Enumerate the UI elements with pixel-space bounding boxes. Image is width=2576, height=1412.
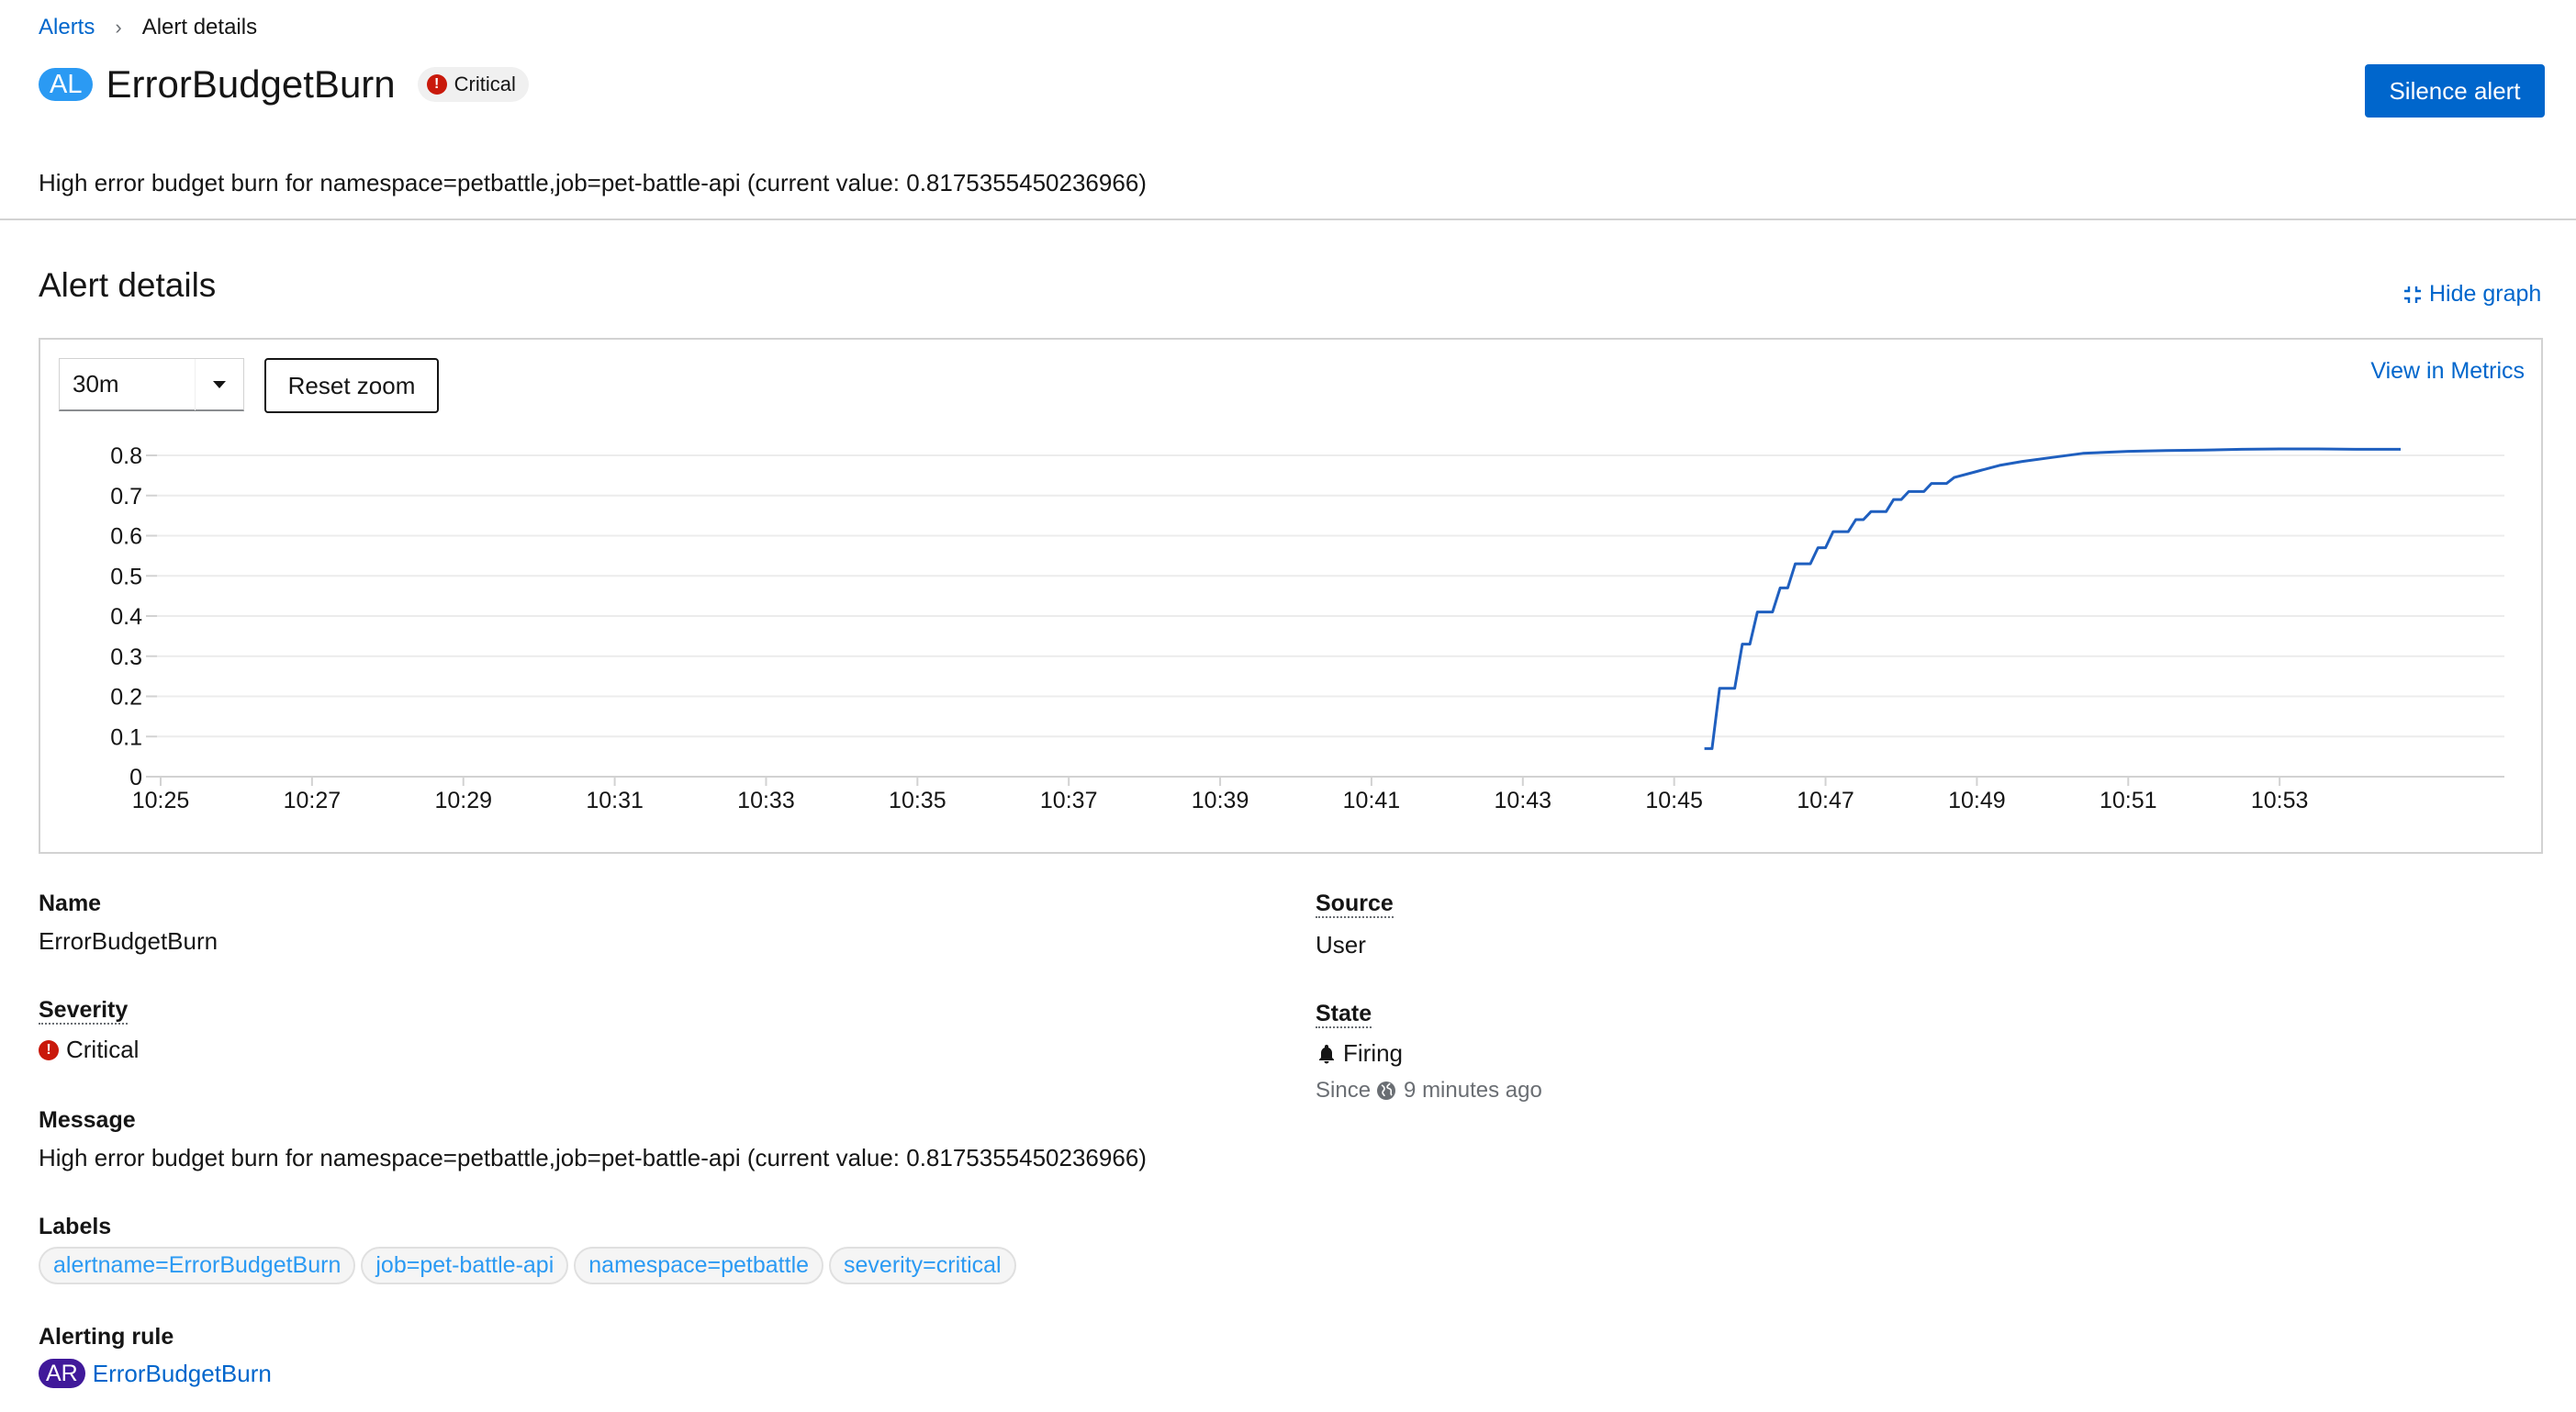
label-chip[interactable]: alertname=ErrorBudgetBurn	[39, 1247, 356, 1284]
x-tick-label: 10:47	[1797, 788, 1854, 813]
breadcrumb: Alerts › Alert details	[39, 15, 257, 40]
name-value: ErrorBudgetBurn	[39, 927, 218, 955]
name-label: Name	[39, 891, 102, 916]
breadcrumb-alerts-link[interactable]: Alerts	[39, 15, 95, 40]
alerting-rule-badge: AR	[39, 1359, 85, 1388]
alert-description: High error budget burn for namespace=pet…	[39, 169, 1147, 196]
y-tick-label: 0.1	[110, 724, 142, 750]
x-tick-label: 10:43	[1495, 788, 1552, 813]
chevron-right-icon: ›	[115, 16, 122, 39]
hide-graph-link[interactable]: Hide graph	[2403, 281, 2541, 308]
metrics-chart[interactable]: 0 0.1 0.2 0.3 0.4 0.5 0.6 0.7 0.8 10:25 10:27 10:29…	[40, 340, 2541, 852]
y-tick-label: 0.6	[110, 524, 142, 550]
state-label[interactable]: State	[1316, 1001, 1372, 1028]
section-title: Alert details	[39, 266, 217, 304]
y-tick-label: 0.7	[110, 484, 142, 510]
y-tick-label: 0.3	[110, 644, 142, 670]
y-tick-label: 0.4	[110, 604, 142, 630]
silence-alert-button[interactable]: Silence alert	[2365, 64, 2545, 118]
title-row: AL ErrorBudgetBurn ! Critical	[39, 62, 529, 106]
x-tick-label: 10:31	[586, 788, 644, 813]
alerting-rule-value: AR ErrorBudgetBurn	[39, 1359, 272, 1388]
x-tick-label: 10:45	[1645, 788, 1703, 813]
x-tick-label: 10:39	[1192, 788, 1249, 813]
severity-badge: ! Critical	[417, 67, 529, 102]
y-tick-label: 0.5	[110, 564, 142, 589]
alerting-rule-link[interactable]: ErrorBudgetBurn	[93, 1360, 272, 1388]
y-tick-label: 0	[129, 765, 142, 790]
x-tick-label: 10:29	[434, 788, 492, 813]
compress-icon	[2404, 286, 2421, 303]
state-value-text: Firing	[1343, 1039, 1404, 1067]
alert-details-page: Alerts › Alert details AL ErrorBudgetBur…	[0, 0, 2576, 1412]
x-tick-label: 10:41	[1343, 788, 1401, 813]
label-chip[interactable]: severity=critical	[829, 1247, 1016, 1284]
x-tick-label: 10:53	[2251, 788, 2309, 813]
labels-list: alertname=ErrorBudgetBurn job=pet-battle…	[39, 1247, 1022, 1284]
alerting-rule-label: Alerting rule	[39, 1324, 174, 1350]
alert-resource-badge: AL	[39, 68, 94, 101]
x-tick-label: 10:33	[737, 788, 795, 813]
state-value: Firing	[1316, 1039, 1403, 1068]
page-title: ErrorBudgetBurn	[106, 62, 396, 106]
globe-icon	[1377, 1081, 1396, 1100]
x-tick-label: 10:51	[2100, 788, 2157, 813]
x-tick-label: 10:37	[1040, 788, 1098, 813]
x-tick-label: 10:25	[132, 788, 190, 813]
breadcrumb-current: Alert details	[141, 15, 258, 39]
label-chip[interactable]: namespace=petbattle	[574, 1247, 824, 1284]
bell-icon	[1319, 1044, 1334, 1063]
severity-label-wrap: Severity	[39, 997, 129, 1025]
graph-card: 30m Reset zoom View in Metrics 0 0.1 0.2 0.…	[39, 338, 2543, 854]
since-value: 9 minutes ago	[1404, 1078, 1542, 1103]
label-chip[interactable]: job=pet-battle-api	[361, 1247, 569, 1284]
series-line	[1704, 447, 2401, 750]
hide-graph-label: Hide graph	[2429, 281, 2542, 307]
state-since: Since 9 minutes ago	[1316, 1078, 1542, 1104]
x-tick-label: 10:35	[889, 788, 946, 813]
exclamation-circle-icon: !	[426, 74, 447, 95]
source-label[interactable]: Source	[1316, 891, 1394, 918]
source-label-wrap: Source	[1316, 891, 1394, 918]
y-tick-label: 0.2	[110, 685, 142, 711]
x-tick-label: 10:27	[284, 788, 342, 813]
severity-value-text: Critical	[66, 1036, 140, 1063]
severity-value: ! Critical	[39, 1036, 139, 1064]
x-tick-label: 10:49	[1948, 788, 2006, 813]
y-tick-label: 0.8	[110, 443, 142, 469]
message-value: High error budget burn for namespace=pet…	[39, 1144, 1147, 1171]
source-value: User	[1316, 931, 1366, 958]
severity-badge-label: Critical	[454, 73, 516, 95]
severity-label[interactable]: Severity	[39, 997, 129, 1025]
since-prefix: Since	[1316, 1078, 1372, 1103]
exclamation-circle-icon: !	[39, 1039, 59, 1060]
message-label: Message	[39, 1107, 136, 1133]
state-label-wrap: State	[1316, 1001, 1372, 1028]
header-divider	[0, 219, 2576, 220]
labels-label: Labels	[39, 1214, 112, 1239]
